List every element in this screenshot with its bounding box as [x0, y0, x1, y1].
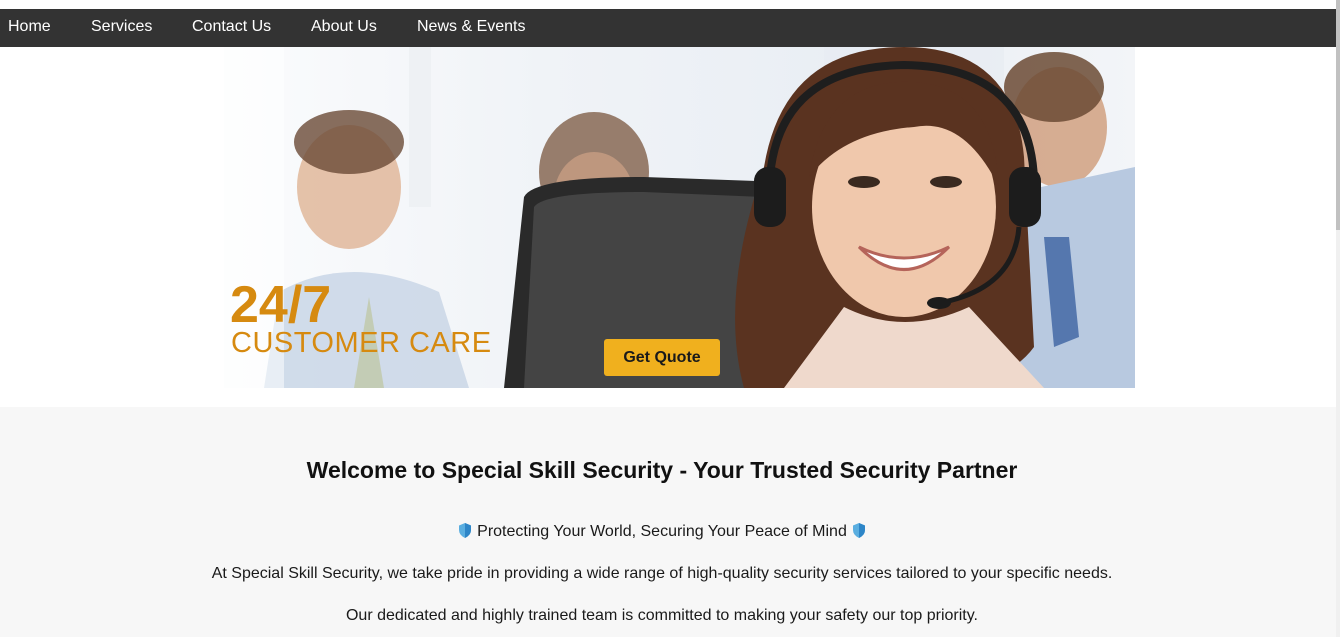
shield-icon [852, 523, 865, 543]
get-quote-button[interactable]: Get Quote [604, 339, 720, 376]
shield-icon [459, 523, 472, 543]
nav-contact-us[interactable]: Contact Us [192, 9, 271, 47]
tagline-text: Protecting Your World, Securing Your Pea… [477, 523, 847, 540]
nav-home[interactable]: Home [8, 9, 51, 47]
tagline: Protecting Your World, Securing Your Pea… [0, 523, 1324, 543]
nav-about-us[interactable]: About Us [311, 9, 377, 47]
intro-paragraph: At Special Skill Security, we take pride… [211, 565, 1113, 582]
page-scrollbar[interactable] [1336, 0, 1340, 637]
top-navigation: Home Services Contact Us About Us News &… [0, 9, 1336, 47]
team-paragraph: Our dedicated and highly trained team is… [345, 607, 978, 624]
welcome-section: Welcome to Special Skill Security - Your… [0, 407, 1336, 637]
nav-services[interactable]: Services [91, 9, 152, 47]
welcome-title: Welcome to Special Skill Security - Your… [306, 457, 1018, 483]
page: Home Services Contact Us About Us News &… [0, 0, 1340, 637]
scrollbar-thumb[interactable] [1336, 0, 1340, 230]
hero-subline: CUSTOMER CARE [231, 327, 492, 359]
customer-service-agent-photo: 24/7 CUSTOMER CARE Get Quote [224, 47, 1135, 388]
hero-headline: 24/7 [230, 276, 332, 334]
nav-news-events[interactable]: News & Events [417, 9, 525, 47]
hero-banner: 24/7 CUSTOMER CARE Get Quote [0, 47, 1336, 407]
